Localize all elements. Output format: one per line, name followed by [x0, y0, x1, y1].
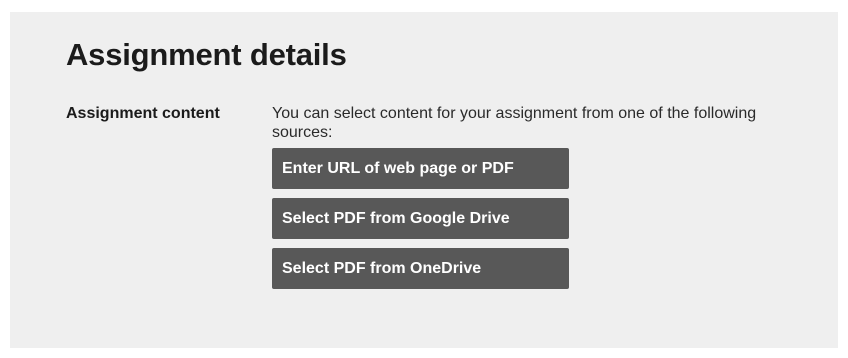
page-title: Assignment details — [66, 37, 347, 72]
assignment-content-description: You can select content for your assignme… — [272, 105, 757, 141]
assignment-content-field: You can select content for your assignme… — [272, 104, 812, 298]
select-google-drive-pdf-button[interactable]: Select PDF from Google Drive — [272, 198, 569, 239]
enter-url-button[interactable]: Enter URL of web page or PDF — [272, 148, 569, 189]
assignment-content-label: Assignment content — [66, 105, 220, 122]
assignment-details-panel: Assignment details Assignment content Yo… — [10, 12, 838, 348]
select-onedrive-pdf-button[interactable]: Select PDF from OneDrive — [272, 248, 569, 289]
